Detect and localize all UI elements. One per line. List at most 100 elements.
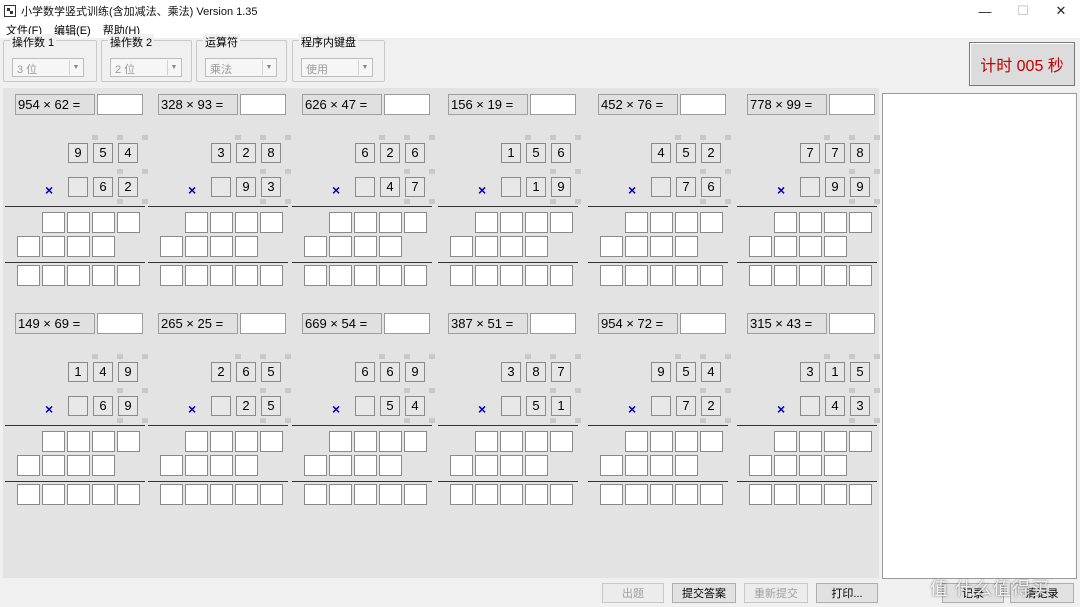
partial-product-input[interactable]: [475, 455, 498, 476]
answer-input[interactable]: [680, 313, 726, 334]
result-input[interactable]: [550, 484, 573, 505]
resubmit-button[interactable]: 重新提交: [744, 583, 808, 603]
result-input[interactable]: [749, 484, 772, 505]
result-input[interactable]: [260, 484, 283, 505]
answer-input[interactable]: [530, 313, 576, 334]
partial-product-input[interactable]: [379, 455, 402, 476]
partial-product-input[interactable]: [799, 212, 822, 233]
result-input[interactable]: [625, 265, 648, 286]
partial-product-input[interactable]: [354, 212, 377, 233]
partial-product-input[interactable]: [160, 455, 183, 476]
records-panel[interactable]: [882, 93, 1077, 579]
result-input[interactable]: [17, 265, 40, 286]
partial-product-input[interactable]: [824, 455, 847, 476]
partial-product-input[interactable]: [329, 212, 352, 233]
result-input[interactable]: [700, 265, 723, 286]
partial-product-input[interactable]: [354, 236, 377, 257]
partial-product-input[interactable]: [600, 236, 623, 257]
result-input[interactable]: [235, 265, 258, 286]
result-input[interactable]: [42, 484, 65, 505]
partial-product-input[interactable]: [185, 431, 208, 452]
partial-product-input[interactable]: [379, 236, 402, 257]
result-input[interactable]: [185, 484, 208, 505]
partial-product-input[interactable]: [117, 212, 140, 233]
partial-product-input[interactable]: [235, 431, 258, 452]
result-input[interactable]: [600, 484, 623, 505]
partial-product-input[interactable]: [235, 236, 258, 257]
result-input[interactable]: [450, 484, 473, 505]
partial-product-input[interactable]: [210, 431, 233, 452]
partial-product-input[interactable]: [625, 212, 648, 233]
result-input[interactable]: [210, 265, 233, 286]
partial-product-input[interactable]: [304, 455, 327, 476]
partial-product-input[interactable]: [404, 431, 427, 452]
partial-product-input[interactable]: [329, 455, 352, 476]
partial-product-input[interactable]: [260, 431, 283, 452]
partial-product-input[interactable]: [650, 455, 673, 476]
partial-product-input[interactable]: [799, 236, 822, 257]
result-input[interactable]: [354, 484, 377, 505]
partial-product-input[interactable]: [42, 455, 65, 476]
answer-input[interactable]: [384, 313, 430, 334]
partial-product-input[interactable]: [500, 236, 523, 257]
answer-input[interactable]: [97, 94, 143, 115]
partial-product-input[interactable]: [450, 236, 473, 257]
result-input[interactable]: [67, 265, 90, 286]
result-input[interactable]: [404, 484, 427, 505]
result-input[interactable]: [92, 265, 115, 286]
result-input[interactable]: [824, 484, 847, 505]
result-input[interactable]: [329, 265, 352, 286]
partial-product-input[interactable]: [329, 236, 352, 257]
partial-product-input[interactable]: [749, 455, 772, 476]
result-input[interactable]: [117, 484, 140, 505]
partial-product-input[interactable]: [379, 431, 402, 452]
result-input[interactable]: [185, 265, 208, 286]
partial-product-input[interactable]: [700, 431, 723, 452]
partial-product-input[interactable]: [675, 431, 698, 452]
result-input[interactable]: [450, 265, 473, 286]
partial-product-input[interactable]: [700, 212, 723, 233]
partial-product-input[interactable]: [650, 236, 673, 257]
partial-product-input[interactable]: [117, 431, 140, 452]
partial-product-input[interactable]: [42, 431, 65, 452]
partial-product-input[interactable]: [525, 455, 548, 476]
partial-product-input[interactable]: [92, 212, 115, 233]
result-input[interactable]: [304, 265, 327, 286]
partial-product-input[interactable]: [799, 455, 822, 476]
result-input[interactable]: [799, 265, 822, 286]
print-button[interactable]: 打印...: [816, 583, 878, 603]
operator-select[interactable]: 乘法 ▼: [205, 58, 277, 77]
partial-product-input[interactable]: [500, 212, 523, 233]
result-input[interactable]: [304, 484, 327, 505]
result-input[interactable]: [210, 484, 233, 505]
partial-product-input[interactable]: [550, 212, 573, 233]
partial-product-input[interactable]: [824, 236, 847, 257]
partial-product-input[interactable]: [404, 212, 427, 233]
result-input[interactable]: [117, 265, 140, 286]
partial-product-input[interactable]: [17, 455, 40, 476]
result-input[interactable]: [774, 484, 797, 505]
partial-product-input[interactable]: [525, 236, 548, 257]
partial-product-input[interactable]: [500, 431, 523, 452]
answer-input[interactable]: [829, 313, 875, 334]
partial-product-input[interactable]: [260, 212, 283, 233]
partial-product-input[interactable]: [625, 236, 648, 257]
answer-input[interactable]: [530, 94, 576, 115]
result-input[interactable]: [17, 484, 40, 505]
partial-product-input[interactable]: [849, 212, 872, 233]
result-input[interactable]: [235, 484, 258, 505]
result-input[interactable]: [42, 265, 65, 286]
partial-product-input[interactable]: [475, 236, 498, 257]
partial-product-input[interactable]: [17, 236, 40, 257]
answer-input[interactable]: [829, 94, 875, 115]
partial-product-input[interactable]: [67, 431, 90, 452]
partial-product-input[interactable]: [329, 431, 352, 452]
partial-product-input[interactable]: [160, 236, 183, 257]
partial-product-input[interactable]: [67, 236, 90, 257]
generate-button[interactable]: 出题: [602, 583, 664, 603]
partial-product-input[interactable]: [42, 236, 65, 257]
result-input[interactable]: [799, 484, 822, 505]
result-input[interactable]: [650, 484, 673, 505]
partial-product-input[interactable]: [675, 455, 698, 476]
partial-product-input[interactable]: [650, 212, 673, 233]
